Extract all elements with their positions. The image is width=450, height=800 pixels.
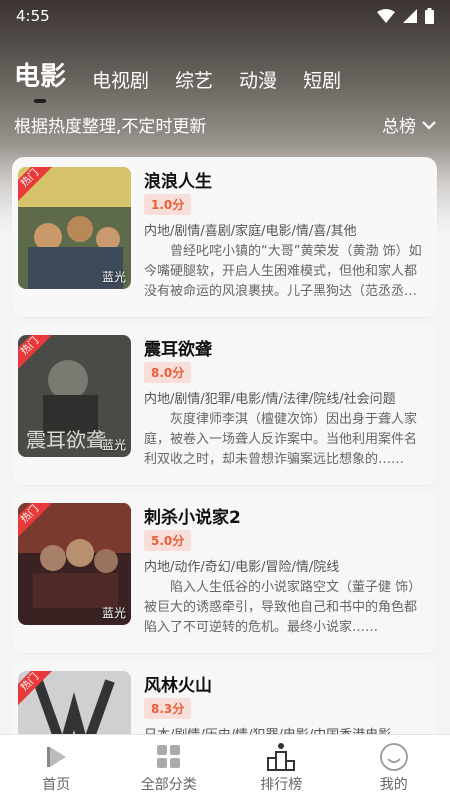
nav-home[interactable]: 首页	[6, 742, 106, 794]
wifi-icon	[377, 9, 395, 23]
svg-text:震耳欲聋: 震耳欲聋	[26, 428, 106, 452]
tab-short-drama[interactable]: 短剧	[303, 66, 341, 93]
nav-mine[interactable]: 我的	[344, 742, 444, 794]
nav-home-label: 首页	[42, 776, 71, 793]
tab-movie[interactable]: 电影	[14, 56, 66, 93]
battery-icon	[425, 8, 434, 24]
active-tab-indicator	[34, 99, 46, 103]
grid-icon	[156, 742, 182, 772]
movie-list: 热门 蓝光 浪浪人生 1.0分 内地/剧情/喜剧/家庭/电影/情/喜/其他 曾经…	[12, 157, 437, 800]
movie-card[interactable]: 震耳欲聋 热门 蓝光 震耳欲聋 8.0分 内地/剧情/犯罪/电影/情/法律/院线…	[12, 325, 437, 485]
nav-all-categories[interactable]: 全部分类	[119, 742, 219, 794]
score-badge: 8.0分	[144, 362, 192, 383]
rank-selector[interactable]: 总榜	[382, 112, 436, 137]
tab-anime[interactable]: 动漫	[239, 66, 277, 93]
status-time: 4:55	[16, 7, 50, 25]
podium-icon	[267, 742, 296, 772]
subheader: 根据热度整理,不定时更新 总榜	[14, 112, 436, 137]
score-badge: 5.0分	[144, 530, 192, 551]
movie-description: 灰度律师李淇（檀健次饰）因出身于聋人家庭，被卷入一场聋人反诈案中。当他利用案件名…	[144, 412, 418, 467]
movie-title: 浪浪人生	[144, 172, 212, 192]
movie-tags: 内地/剧情/犯罪/电影/情/法律/院线/社会问题	[144, 392, 396, 407]
movie-description: 陷入人生低谷的小说家路空文（董子健 饰）被巨大的诱惑牵引，导致他自己和书中的角色…	[144, 580, 422, 635]
status-icons	[377, 8, 434, 24]
movie-title: 刺杀小说家2	[144, 508, 241, 528]
category-tabs: 电影 电视剧 综艺 动漫 短剧	[14, 56, 341, 93]
nav-mine-label: 我的	[379, 776, 408, 793]
score-badge: 8.3分	[144, 698, 192, 719]
rank-selector-label: 总榜	[382, 117, 416, 137]
nav-ranking[interactable]: 排行榜	[231, 742, 331, 794]
quality-label: 蓝光	[101, 606, 126, 620]
quality-label: 蓝光	[101, 438, 126, 452]
movie-tags: 内地/动作/奇幻/电影/冒险/情/院线	[144, 560, 340, 575]
smile-icon	[379, 742, 409, 772]
movie-poster: 热门 蓝光	[18, 167, 131, 289]
chevron-down-icon	[422, 120, 436, 130]
movie-title: 震耳欲聋	[144, 340, 212, 360]
nav-all-categories-label: 全部分类	[140, 776, 197, 793]
movie-description: 曾经叱咤小镇的“大哥”黄荣发（黄渤 饰）如今嘴硬腿软，开启人生困难模式，但他和家…	[144, 244, 422, 299]
movie-card[interactable]: 热门 蓝光 浪浪人生 1.0分 内地/剧情/喜剧/家庭/电影/情/喜/其他 曾经…	[12, 157, 437, 317]
quality-label: 蓝光	[101, 270, 126, 284]
tab-tv-series[interactable]: 电视剧	[92, 66, 149, 93]
movie-title: 风林火山	[144, 676, 212, 696]
nav-ranking-label: 排行榜	[260, 776, 303, 793]
play-icon	[43, 742, 69, 772]
update-note: 根据热度整理,不定时更新	[14, 117, 207, 137]
movie-tags: 内地/剧情/喜剧/家庭/电影/情/喜/其他	[144, 224, 357, 239]
bottom-navigation: 首页 全部分类 排行榜 我的	[0, 734, 450, 800]
movie-poster: 热门 蓝光	[18, 503, 131, 625]
tab-variety[interactable]: 综艺	[175, 66, 213, 93]
movie-poster: 震耳欲聋 热门 蓝光	[18, 335, 131, 457]
signal-icon	[403, 9, 417, 23]
score-badge: 1.0分	[144, 194, 192, 215]
status-bar: 4:55	[0, 0, 450, 32]
movie-card[interactable]: 热门 蓝光 刺杀小说家2 5.0分 内地/动作/奇幻/电影/冒险/情/院线 陷入…	[12, 493, 437, 653]
